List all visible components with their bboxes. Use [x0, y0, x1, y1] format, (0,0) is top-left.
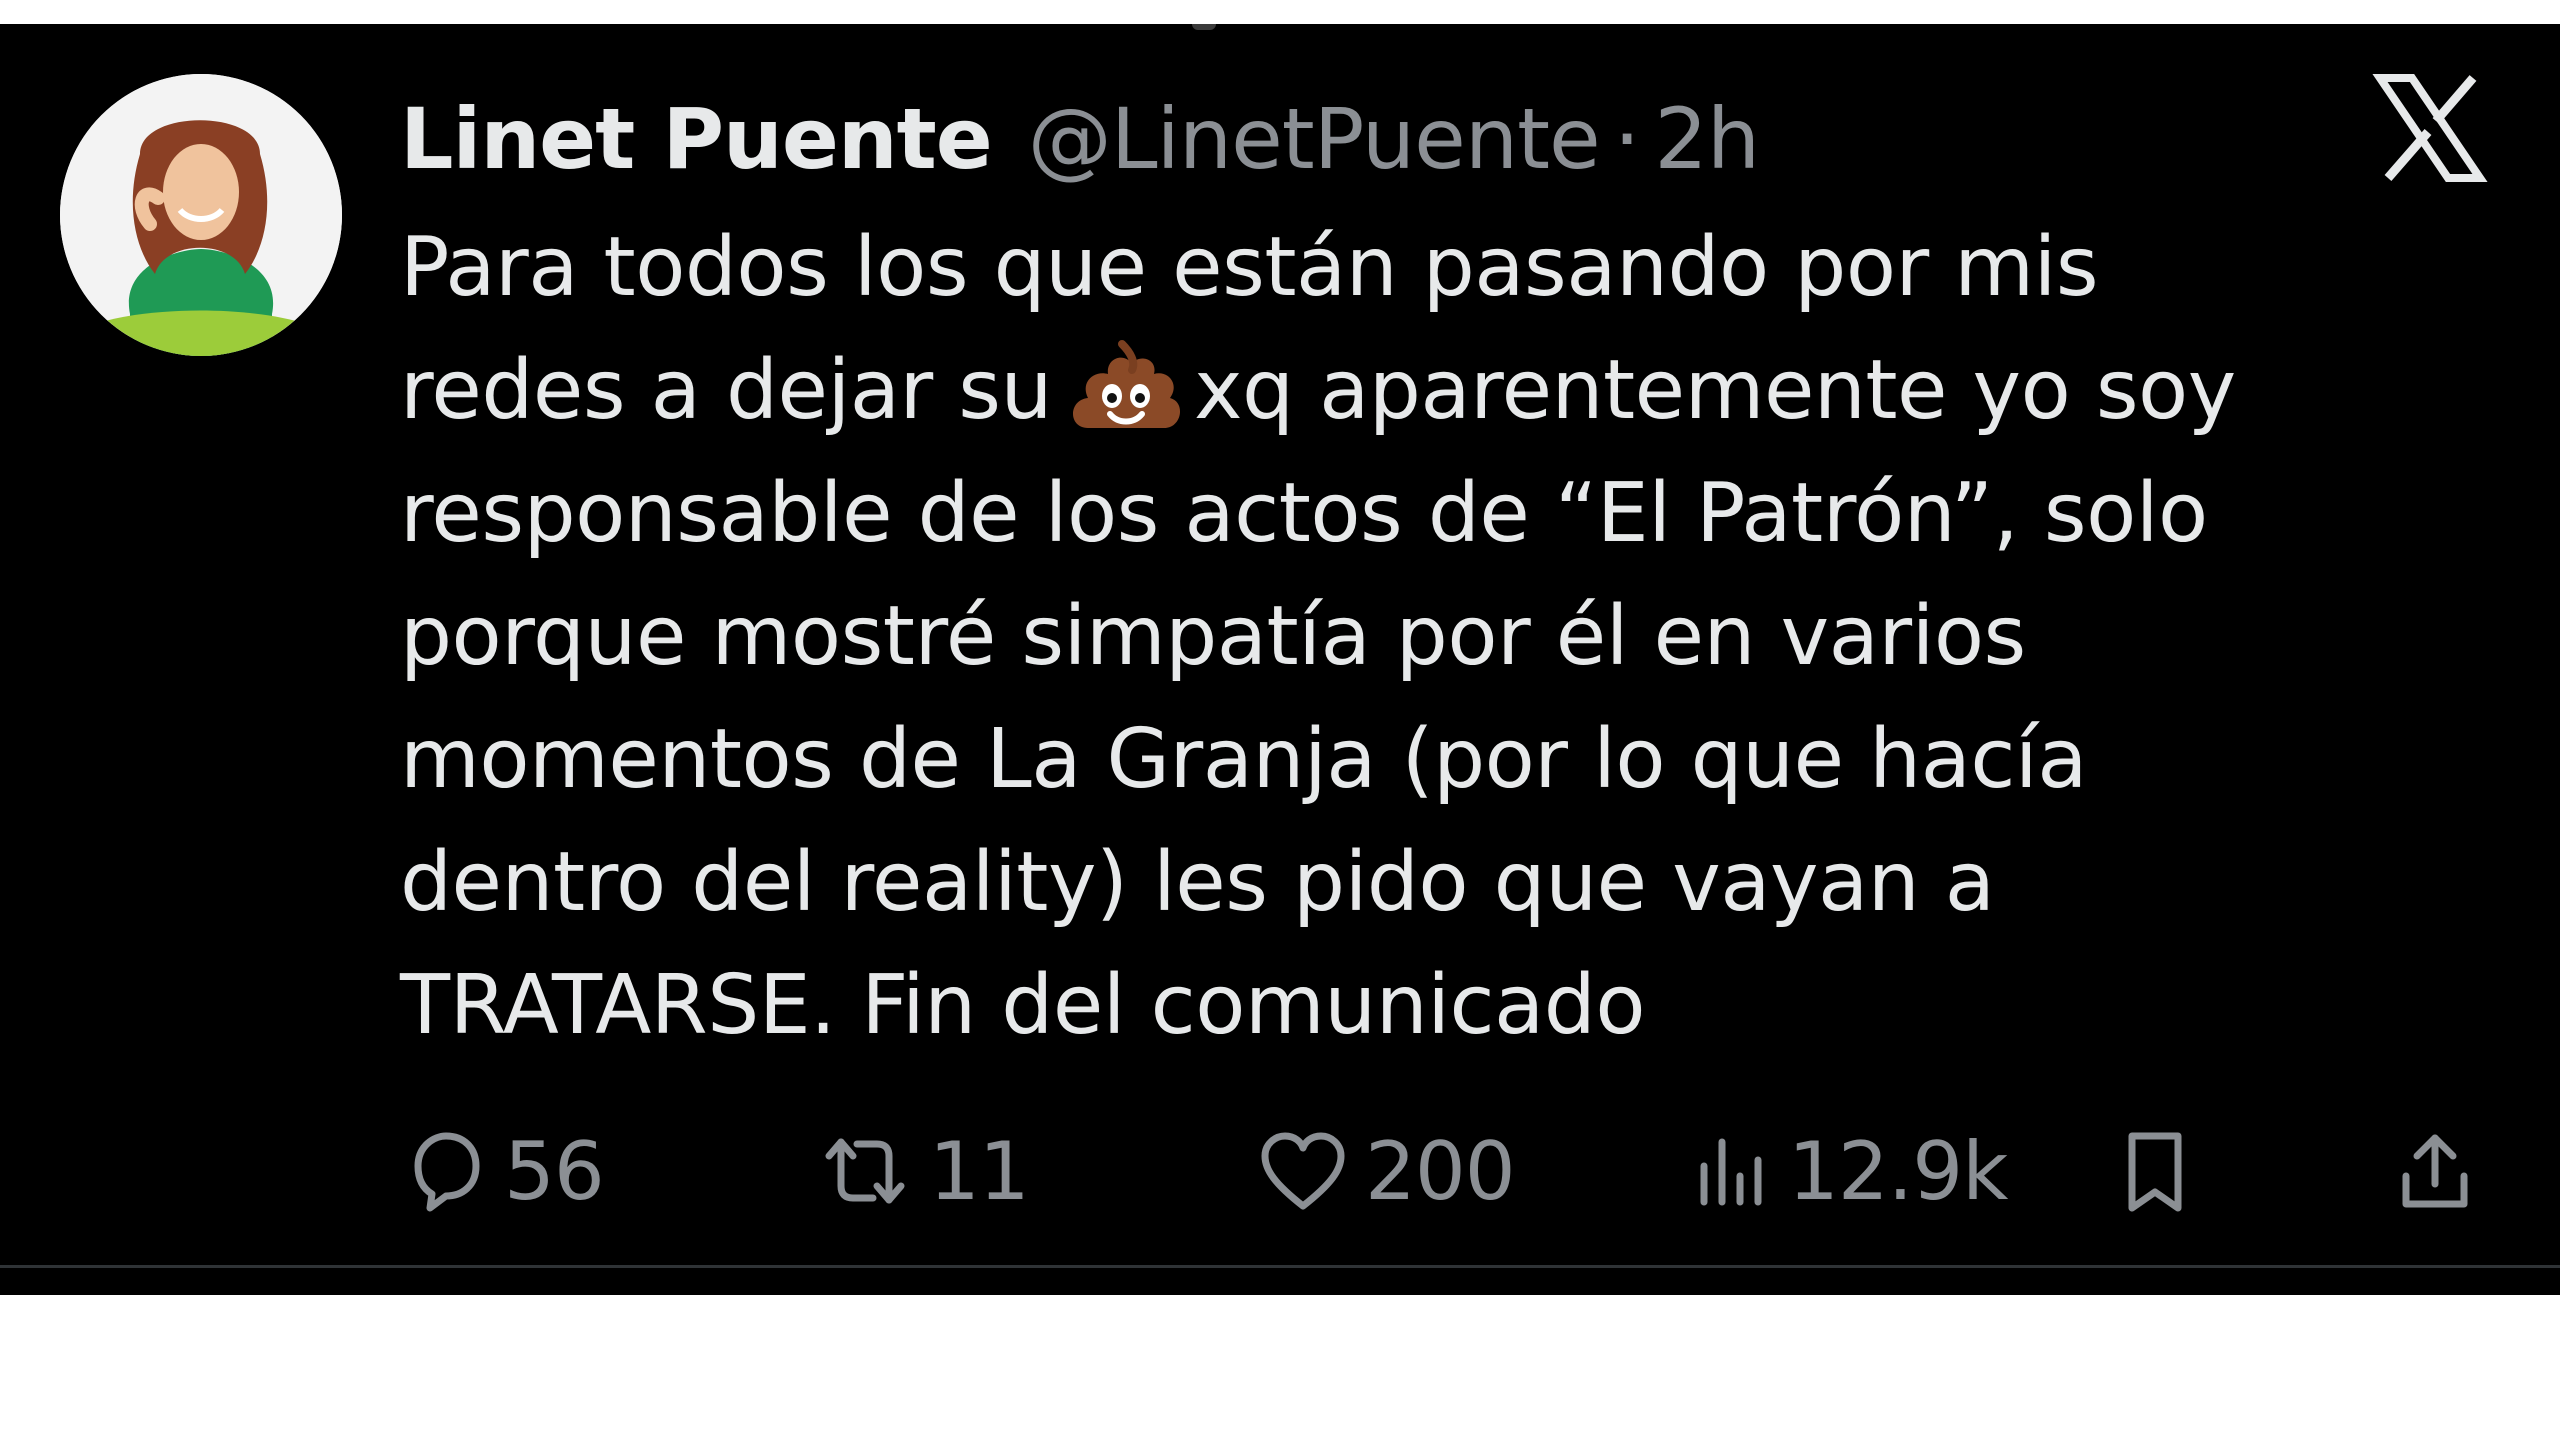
heart-icon [1261, 1132, 1345, 1210]
tweet-line-3: responsable de los actos de “El Patrón”,… [400, 466, 2208, 561]
author-avatar[interactable] [60, 74, 342, 356]
bookmark-button[interactable] [2110, 1106, 2200, 1236]
header-separator: · [1613, 90, 1641, 188]
tweet-actions: 56 11 200 12.9k [400, 1106, 2500, 1236]
top-notch [1192, 24, 1216, 30]
like-count: 200 [1365, 1124, 1516, 1218]
reply-icon [414, 1132, 480, 1212]
x-logo-icon[interactable] [2370, 68, 2490, 188]
pile-of-poo-icon [1068, 330, 1184, 440]
bookmark-icon [2128, 1132, 2182, 1212]
tweet-time[interactable]: 2h [1654, 90, 1760, 188]
tweet-line-5: momentos de La Granja (por lo que hacía [400, 712, 2087, 807]
tweet-line-7: TRATARSE. Fin del comunicado [400, 958, 1646, 1053]
repost-count: 11 [929, 1124, 1030, 1218]
screenshot-canvas: Linet Puente @LinetPuente · 2h Para todo… [0, 0, 2560, 1440]
tweet-line-2-before: redes a dejar su [400, 343, 1052, 438]
views-icon [1700, 1138, 1762, 1206]
share-button[interactable] [2390, 1106, 2480, 1236]
like-button[interactable]: 200 [1255, 1106, 1516, 1236]
tweet-line-1: Para todos los que están pasando por mis [400, 220, 2099, 315]
share-icon [2402, 1134, 2468, 1208]
tweet-header: Linet Puente @LinetPuente · 2h [400, 64, 1760, 214]
repost-button[interactable]: 11 [815, 1106, 1030, 1236]
bottom-divider [0, 1265, 2560, 1268]
tweet-line-4: porque mostré simpatía por él en varios [400, 589, 2026, 684]
repost-icon [825, 1138, 905, 1204]
views-button[interactable]: 12.9k [1690, 1106, 2008, 1236]
tweet-card[interactable]: Linet Puente @LinetPuente · 2h Para todo… [0, 24, 2560, 1295]
reply-button[interactable]: 56 [400, 1106, 605, 1236]
views-count: 12.9k [1788, 1124, 2008, 1218]
profile-photo [60, 74, 342, 356]
author-display-name[interactable]: Linet Puente [400, 90, 993, 188]
reply-count: 56 [504, 1124, 605, 1218]
tweet-text: Para todos los que están pasando por mis… [400, 206, 2480, 1067]
tweet-line-6: dentro del reality) les pido que vayan a [400, 835, 1995, 930]
tweet-line-2: redes a dejar su xq aparentemente yo soy [400, 329, 2480, 452]
author-handle[interactable]: @LinetPuente [1028, 90, 1601, 188]
tweet-line-2-after: xq aparentemente yo soy [1193, 343, 2236, 438]
